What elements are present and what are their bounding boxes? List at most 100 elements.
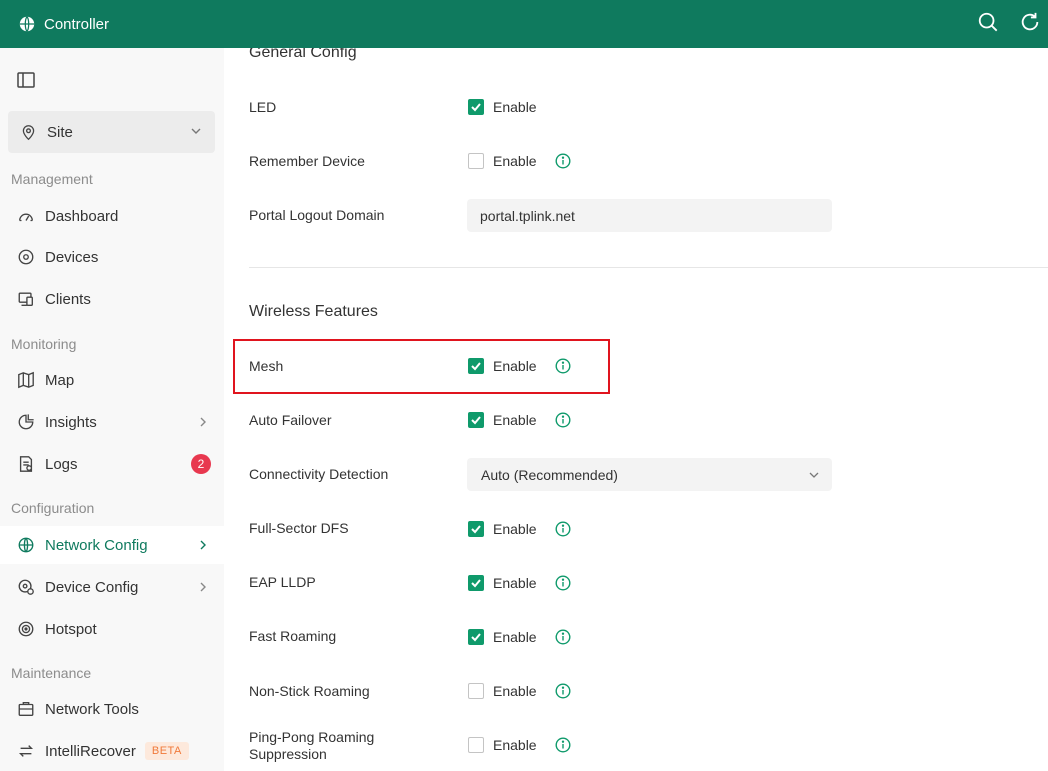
non-stick-roaming-checkbox[interactable] xyxy=(468,683,484,699)
insights-icon xyxy=(18,414,34,430)
info-icon[interactable] xyxy=(555,358,571,374)
ping-pong-roaming-checkbox[interactable] xyxy=(468,737,484,753)
site-label: Site xyxy=(47,123,73,141)
globe-icon xyxy=(18,537,34,553)
globe-icon xyxy=(19,16,35,32)
checkbox-label: Enable xyxy=(493,629,537,645)
info-icon[interactable] xyxy=(555,153,571,169)
beta-tag: BETA xyxy=(144,742,189,760)
full-sector-dfs-enable: Enable xyxy=(468,521,571,537)
sidebar-toggle-icon[interactable] xyxy=(16,70,36,90)
top-bar: Controller xyxy=(0,0,1048,48)
app-title: Controller xyxy=(44,15,110,33)
recover-icon xyxy=(18,745,34,757)
chevron-right-icon xyxy=(200,417,206,427)
led-enable: Enable xyxy=(468,99,537,115)
site-selector[interactable]: Site xyxy=(8,111,215,153)
section-maintenance: Maintenance xyxy=(11,665,92,681)
sidebar-item-hotspot[interactable]: Hotspot xyxy=(0,610,224,648)
info-icon[interactable] xyxy=(555,629,571,645)
checkbox-label: Enable xyxy=(493,683,537,699)
fast-roaming-label: Fast Roaming xyxy=(249,628,337,644)
remember-device-checkbox[interactable] xyxy=(468,153,484,169)
mesh-label: Mesh xyxy=(249,358,284,374)
sidebar-item-clients[interactable]: Clients xyxy=(0,280,224,318)
portal-logout-domain-label: Portal Logout Domain xyxy=(249,207,385,223)
info-icon[interactable] xyxy=(555,412,571,428)
map-icon xyxy=(18,371,34,389)
checkbox-label: Enable xyxy=(493,153,537,169)
led-checkbox[interactable] xyxy=(468,99,484,115)
sidebar-item-network-tools[interactable]: Network Tools xyxy=(0,690,224,728)
sidebar-item-label: Clients xyxy=(45,290,91,308)
eap-lldp-checkbox[interactable] xyxy=(468,575,484,591)
auto-failover-label: Auto Failover xyxy=(249,412,332,428)
hotspot-icon xyxy=(18,621,34,637)
sidebar-item-label: Logs xyxy=(45,455,78,473)
fast-roaming-checkbox[interactable] xyxy=(468,629,484,645)
sidebar-item-map[interactable]: Map xyxy=(0,361,224,399)
eap-lldp-enable: Enable xyxy=(468,575,571,591)
check-icon xyxy=(471,633,481,642)
label-line-2: Suppression xyxy=(249,746,327,762)
sidebar-item-label: Insights xyxy=(45,413,97,431)
dashboard-icon xyxy=(19,213,33,222)
sidebar: Site Management Dashboard Devices Client… xyxy=(0,48,224,771)
connectivity-detection-label: Connectivity Detection xyxy=(249,466,389,482)
connectivity-detection-select[interactable]: Auto (Recommended) xyxy=(467,458,832,491)
sidebar-item-device-config[interactable]: Device Config xyxy=(0,568,224,606)
sidebar-item-dashboard[interactable]: Dashboard xyxy=(0,197,224,235)
checkbox-label: Enable xyxy=(493,521,537,537)
toolbox-icon xyxy=(18,702,34,716)
sidebar-item-label: Devices xyxy=(45,248,99,266)
search-button[interactable] xyxy=(976,10,1000,34)
mesh-checkbox[interactable] xyxy=(468,358,484,374)
checkbox-label: Enable xyxy=(493,358,537,374)
full-sector-dfs-checkbox[interactable] xyxy=(468,521,484,537)
main-content: General Config LED Enable Remember Devic… xyxy=(224,48,1048,771)
check-icon xyxy=(471,525,481,534)
info-icon[interactable] xyxy=(555,575,571,591)
info-icon[interactable] xyxy=(555,683,571,699)
led-label: LED xyxy=(249,99,277,115)
wireless-features-heading: Wireless Features xyxy=(249,303,378,320)
chevron-down-icon xyxy=(191,128,201,134)
label-line-1: Ping-Pong Roaming xyxy=(249,729,375,745)
sidebar-item-intellirecover[interactable]: IntelliRecover BETA xyxy=(0,732,224,770)
auto-failover-enable: Enable xyxy=(468,412,571,428)
location-pin-icon xyxy=(22,124,35,140)
notification-badge: 2 xyxy=(191,454,211,474)
sidebar-item-insights[interactable]: Insights xyxy=(0,403,224,441)
sidebar-item-label: Dashboard xyxy=(45,207,119,225)
portal-logout-domain-input[interactable] xyxy=(467,199,832,232)
section-management: Management xyxy=(11,171,93,187)
sidebar-item-devices[interactable]: Devices xyxy=(0,238,224,276)
sidebar-item-label: Device Config xyxy=(45,578,139,596)
general-config-heading: General Config xyxy=(249,48,357,61)
eap-lldp-label: EAP LLDP xyxy=(249,574,316,590)
select-value: Auto (Recommended) xyxy=(481,466,618,483)
check-icon xyxy=(471,579,481,588)
devices-icon xyxy=(18,249,34,265)
full-sector-dfs-label: Full-Sector DFS xyxy=(249,520,349,536)
info-icon[interactable] xyxy=(555,737,571,753)
fast-roaming-enable: Enable xyxy=(468,629,571,645)
refresh-button[interactable] xyxy=(1018,10,1042,34)
non-stick-roaming-enable: Enable xyxy=(468,683,571,699)
sidebar-item-label: Map xyxy=(45,371,75,389)
check-icon xyxy=(471,362,481,371)
remember-device-enable: Enable xyxy=(468,153,571,169)
non-stick-roaming-label: Non-Stick Roaming xyxy=(249,683,370,699)
sidebar-item-logs[interactable]: Logs 2 xyxy=(0,445,224,483)
chevron-right-icon xyxy=(200,540,206,550)
info-icon[interactable] xyxy=(555,521,571,537)
sidebar-item-label: IntelliRecover xyxy=(45,742,136,760)
mesh-enable: Enable xyxy=(468,358,571,374)
divider xyxy=(249,267,1048,268)
checkbox-label: Enable xyxy=(493,575,537,591)
auto-failover-checkbox[interactable] xyxy=(468,412,484,428)
device-config-icon xyxy=(18,579,34,595)
sidebar-item-network-config[interactable]: Network Config xyxy=(0,526,224,564)
refresh-icon xyxy=(1021,12,1039,31)
checkbox-label: Enable xyxy=(493,737,537,753)
